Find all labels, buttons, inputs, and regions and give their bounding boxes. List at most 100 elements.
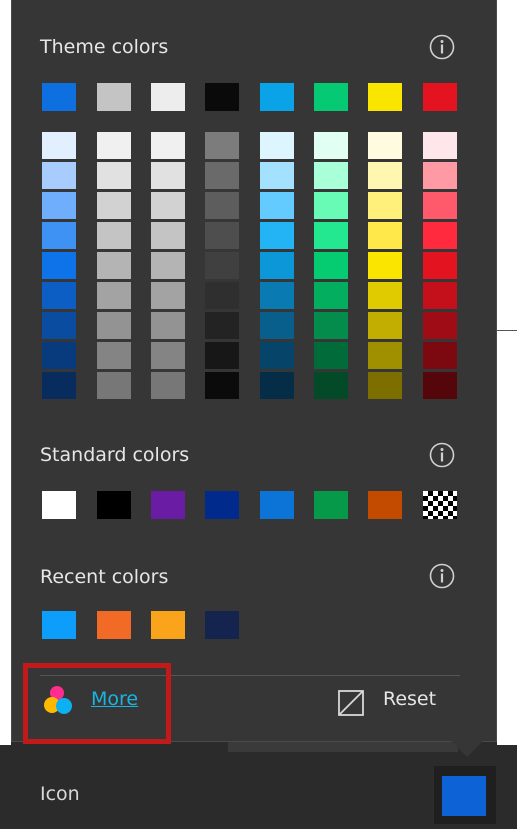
recent-info-icon[interactable] <box>428 562 456 590</box>
theme-color-swatch[interactable] <box>42 83 76 111</box>
theme-shade-swatch[interactable] <box>97 162 131 192</box>
standard-color-swatch[interactable] <box>42 491 76 519</box>
theme-shade-swatch[interactable] <box>423 312 457 342</box>
theme-shade-swatch[interactable] <box>260 222 294 252</box>
theme-color-swatch[interactable] <box>368 83 402 111</box>
theme-shade-swatch[interactable] <box>205 222 239 252</box>
theme-shade-swatch[interactable] <box>42 372 76 402</box>
theme-shade-swatch[interactable] <box>260 312 294 342</box>
theme-shade-swatch[interactable] <box>314 372 348 402</box>
theme-shade-swatch[interactable] <box>260 282 294 312</box>
theme-shade-swatch[interactable] <box>260 372 294 402</box>
theme-info-icon[interactable] <box>428 33 456 61</box>
theme-shade-swatch[interactable] <box>423 222 457 252</box>
theme-shade-swatch[interactable] <box>314 222 348 252</box>
theme-shade-swatch[interactable] <box>314 282 348 312</box>
theme-shade-swatch[interactable] <box>368 282 402 312</box>
theme-shade-swatch[interactable] <box>205 312 239 342</box>
standard-color-swatch[interactable] <box>97 491 131 519</box>
theme-shade-swatch[interactable] <box>368 192 402 222</box>
theme-shade-swatch[interactable] <box>423 192 457 222</box>
recent-color-swatch[interactable] <box>205 611 239 639</box>
standard-color-swatch[interactable] <box>314 491 348 519</box>
theme-shade-swatch[interactable] <box>205 192 239 222</box>
theme-shade-swatch[interactable] <box>260 342 294 372</box>
theme-shade-swatch[interactable] <box>368 162 402 192</box>
theme-shade-swatch[interactable] <box>97 342 131 372</box>
theme-shade-swatch[interactable] <box>423 282 457 312</box>
theme-shade-swatch[interactable] <box>97 222 131 252</box>
theme-color-swatch[interactable] <box>205 83 239 111</box>
theme-shade-swatch[interactable] <box>368 372 402 402</box>
theme-shade-swatch[interactable] <box>97 312 131 342</box>
theme-shade-swatch[interactable] <box>151 312 185 342</box>
theme-shade-swatch[interactable] <box>42 312 76 342</box>
theme-shade-swatch[interactable] <box>423 342 457 372</box>
theme-shade-swatch[interactable] <box>42 282 76 312</box>
theme-shade-swatch[interactable] <box>205 252 239 282</box>
theme-shade-swatch[interactable] <box>151 222 185 252</box>
recent-color-swatch[interactable] <box>42 611 76 639</box>
recent-color-swatch[interactable] <box>97 611 131 639</box>
reset-icon[interactable] <box>337 689 365 717</box>
theme-shade-swatch[interactable] <box>205 372 239 402</box>
theme-shade-swatch[interactable] <box>97 132 131 162</box>
theme-shade-swatch[interactable] <box>151 252 185 282</box>
theme-shade-swatch[interactable] <box>260 132 294 162</box>
theme-shade-swatch[interactable] <box>368 342 402 372</box>
theme-shade-swatch[interactable] <box>151 162 185 192</box>
color-palette-icon[interactable] <box>42 683 76 717</box>
no-color-swatch[interactable] <box>423 491 457 519</box>
theme-shade-swatch[interactable] <box>97 192 131 222</box>
theme-shade-swatch[interactable] <box>205 342 239 372</box>
standard-color-swatch[interactable] <box>205 491 239 519</box>
theme-shade-swatch[interactable] <box>151 372 185 402</box>
theme-shade-swatch[interactable] <box>260 192 294 222</box>
theme-shade-swatch[interactable] <box>423 252 457 282</box>
theme-color-swatch[interactable] <box>97 83 131 111</box>
theme-shade-swatch[interactable] <box>368 312 402 342</box>
theme-shade-swatch[interactable] <box>314 132 348 162</box>
theme-shade-swatch[interactable] <box>205 132 239 162</box>
theme-shade-swatch[interactable] <box>97 282 131 312</box>
theme-shade-swatch[interactable] <box>260 252 294 282</box>
theme-shade-swatch[interactable] <box>368 132 402 162</box>
theme-shade-swatch[interactable] <box>42 252 76 282</box>
theme-shade-swatch[interactable] <box>42 342 76 372</box>
standard-color-swatch[interactable] <box>368 491 402 519</box>
theme-shade-swatch[interactable] <box>314 342 348 372</box>
theme-color-swatch[interactable] <box>151 83 185 111</box>
theme-shade-swatch[interactable] <box>42 132 76 162</box>
theme-shade-swatch[interactable] <box>205 162 239 192</box>
recent-color-swatch[interactable] <box>151 611 185 639</box>
theme-shade-swatch[interactable] <box>423 372 457 402</box>
theme-shade-swatch[interactable] <box>368 222 402 252</box>
theme-shade-swatch[interactable] <box>314 252 348 282</box>
theme-shade-swatch[interactable] <box>314 312 348 342</box>
more-colors-link[interactable]: More <box>91 688 138 710</box>
standard-color-swatch[interactable] <box>151 491 185 519</box>
theme-shade-swatch[interactable] <box>423 162 457 192</box>
theme-shade-swatch[interactable] <box>97 252 131 282</box>
current-color-button[interactable] <box>434 766 496 824</box>
theme-shade-swatch[interactable] <box>368 252 402 282</box>
theme-shade-swatch[interactable] <box>260 162 294 192</box>
standard-info-icon[interactable] <box>428 441 456 469</box>
theme-color-swatch[interactable] <box>423 83 457 111</box>
theme-shade-swatch[interactable] <box>97 372 131 402</box>
theme-color-swatch[interactable] <box>260 83 294 111</box>
reset-button[interactable]: Reset <box>383 688 436 710</box>
theme-shade-swatch[interactable] <box>314 192 348 222</box>
theme-shade-swatch[interactable] <box>314 162 348 192</box>
standard-color-swatch[interactable] <box>260 491 294 519</box>
theme-shade-swatch[interactable] <box>423 132 457 162</box>
theme-shade-swatch[interactable] <box>151 342 185 372</box>
theme-shade-swatch[interactable] <box>151 192 185 222</box>
theme-shade-swatch[interactable] <box>205 282 239 312</box>
theme-shade-swatch[interactable] <box>151 132 185 162</box>
theme-shade-swatch[interactable] <box>42 222 76 252</box>
theme-shade-swatch[interactable] <box>42 162 76 192</box>
theme-color-swatch[interactable] <box>314 83 348 111</box>
theme-shade-swatch[interactable] <box>151 282 185 312</box>
theme-shade-swatch[interactable] <box>42 192 76 222</box>
